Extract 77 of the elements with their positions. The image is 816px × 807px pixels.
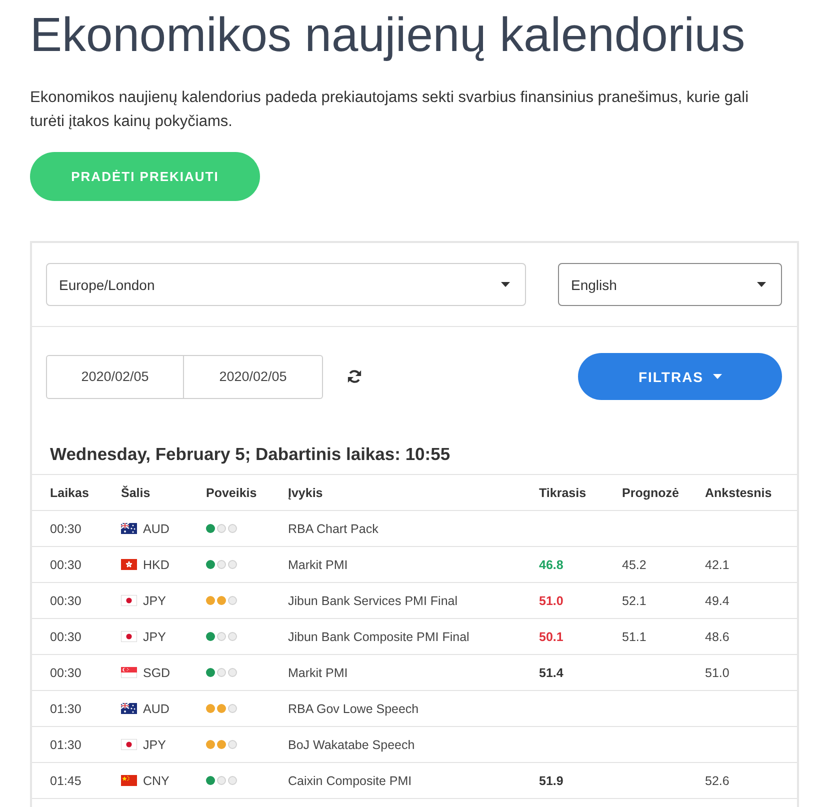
currency-cell: SGD [143, 666, 170, 680]
previous-cell-text: 48.6 [705, 630, 730, 644]
event-cell-text: Markit PMI [288, 666, 349, 680]
refresh-icon[interactable] [347, 369, 362, 384]
currency-cell: AUD [143, 522, 170, 536]
actual-cell-text: 51.0 [539, 594, 564, 608]
column-header: Ankstesnis [705, 486, 773, 500]
page-title: Ekonomikos naujienų kalendorius [30, 8, 746, 64]
event-cell-text: Jibun Bank Composite PMI Final [288, 630, 470, 644]
day-heading: Wednesday, February 5; Dabartinis laikas: 10:55 [50, 444, 450, 464]
impact-dot-icon [228, 596, 237, 605]
impact-dot-icon [228, 524, 237, 533]
intro-text: Ekonomikos naujienų kalendorius padeda prekiautojams sekti svarbius finansinius pranešimus, kurie gali turėti įtakos kainų pokyčiams. [30, 88, 750, 132]
column-header: Prognozė [622, 486, 680, 500]
australian-flag-icon [121, 703, 137, 714]
impact-dot-icon [228, 560, 237, 569]
impact-dot-icon [228, 668, 237, 677]
currency-cell: AUD [143, 702, 170, 716]
forecast-cell-text: 52.1 [622, 594, 648, 608]
actual-cell-text: 51.9 [539, 774, 564, 788]
impact-dot-icon [217, 668, 226, 677]
event-cell-text: RBA Gov Lowe Speech [288, 702, 420, 716]
hong-kong-flag-icon [121, 559, 137, 570]
previous-cell-text: 42.1 [705, 558, 730, 572]
time-cell-text: 01:30 [50, 702, 82, 716]
singapore-flag-icon [121, 667, 137, 678]
actual-cell-text: 50.1 [539, 630, 564, 644]
actual-cell-text: 51.4 [539, 666, 564, 680]
impact-dot-icon [217, 524, 226, 533]
time-cell-text: 01:45 [50, 774, 82, 788]
event-cell-text: Caixin Composite PMI [288, 774, 413, 788]
column-header: Tikrasis [539, 486, 588, 500]
caret-icon [501, 282, 510, 287]
impact-dot-icon [228, 740, 237, 749]
caret-icon [757, 282, 766, 287]
impact-dot-icon [228, 776, 237, 785]
column-header: Įvykis [288, 486, 324, 500]
column-header: Poveikis [206, 486, 258, 500]
time-cell-text: 00:30 [50, 558, 82, 572]
impact-dot-icon [228, 704, 237, 713]
column-header: Šalis [121, 486, 152, 500]
filter-button[interactable]: FILTRAS [578, 353, 782, 400]
previous-cell-text: 51.0 [705, 666, 730, 680]
previous-cell-text: 52.6 [705, 774, 730, 788]
time-cell-text: 00:30 [50, 594, 82, 608]
timezone-select[interactable]: Europe/London [46, 263, 526, 306]
impact-dot-icon [228, 632, 237, 641]
currency-cell: JPY [143, 594, 166, 608]
language-select[interactable]: English [558, 263, 782, 306]
event-cell-text: Markit PMI [288, 558, 349, 572]
time-cell-text: 01:30 [50, 738, 82, 752]
previous-cell-text: 49.4 [705, 594, 730, 608]
currency-cell: CNY [143, 774, 170, 788]
currency-cell: JPY [143, 630, 166, 644]
japanese-flag-icon [121, 631, 137, 642]
japanese-flag-icon [121, 739, 137, 750]
event-cell-text: BoJ Wakatabe Speech [288, 738, 416, 752]
currency-cell: JPY [143, 738, 166, 752]
forecast-cell-text: 51.1 [622, 630, 648, 644]
impact-dot-icon [217, 632, 226, 641]
caret-icon [712, 374, 722, 379]
australian-flag-icon [121, 523, 137, 534]
time-cell-text: 00:30 [50, 666, 82, 680]
currency-cell: HKD [143, 558, 170, 572]
impact-dot-icon [217, 776, 226, 785]
forecast-cell-text: 45.2 [622, 558, 648, 572]
time-cell-text: 00:30 [50, 522, 82, 536]
event-cell-text: Jibun Bank Services PMI Final [288, 594, 459, 608]
column-header: Laikas [50, 486, 90, 500]
time-cell-text: 00:30 [50, 630, 82, 644]
event-cell-text: RBA Chart Pack [288, 522, 380, 536]
impact-dot-icon [217, 560, 226, 569]
chinese-flag-icon [121, 775, 137, 786]
japanese-flag-icon [121, 595, 137, 606]
actual-cell-text: 46.8 [539, 558, 564, 572]
date-to-field[interactable]: 2020/02/05 [184, 354, 323, 398]
date-from-field[interactable]: 2020/02/05 [46, 354, 184, 398]
